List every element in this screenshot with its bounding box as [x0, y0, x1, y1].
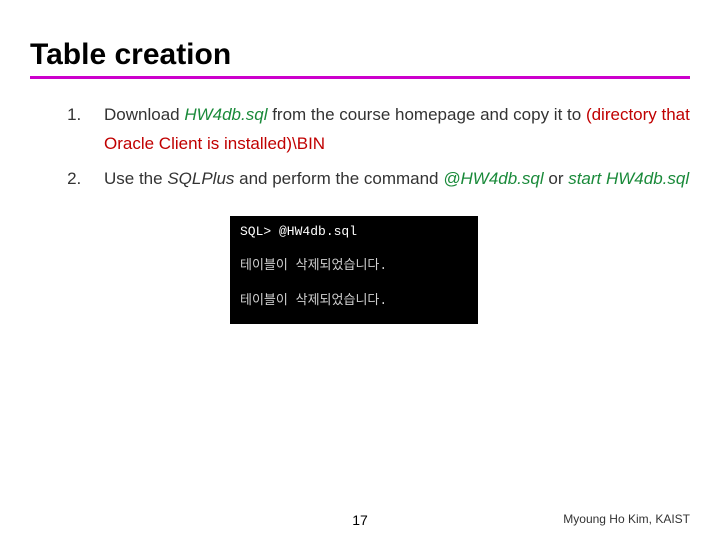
list-item: Use the SQLPlus and perform the command …: [86, 165, 690, 194]
sqlplus-name: SQLPlus: [167, 169, 234, 188]
command-start: start HW4db.sql: [568, 169, 689, 188]
terminal-output: SQL> @HW4db.sql 테이블이 삭제되었습니다. 테이블이 삭제되었습…: [230, 216, 478, 324]
text: and perform the command: [234, 169, 443, 188]
author-credit: Myoung Ho Kim, KAIST: [563, 512, 690, 526]
title-divider: [30, 76, 690, 79]
text: or: [544, 169, 569, 188]
terminal-line: 테이블이 삭제되었습니다.: [240, 291, 468, 312]
page-title: Table creation: [30, 38, 690, 72]
text: Use the: [104, 169, 167, 188]
list-item: Download HW4db.sql from the course homep…: [86, 101, 690, 159]
text: from the course homepage and copy it to: [267, 105, 585, 124]
text: Download: [104, 105, 184, 124]
page-number: 17: [352, 512, 368, 528]
command-at: @HW4db.sql: [443, 169, 543, 188]
terminal-prompt: SQL> @HW4db.sql: [240, 222, 468, 243]
terminal-line: 테이블이 삭제되었습니다.: [240, 256, 468, 277]
slide: Table creation Download HW4db.sql from t…: [0, 0, 720, 540]
hw-file: HW4db.sql: [184, 105, 267, 124]
instruction-list: Download HW4db.sql from the course homep…: [30, 101, 690, 194]
